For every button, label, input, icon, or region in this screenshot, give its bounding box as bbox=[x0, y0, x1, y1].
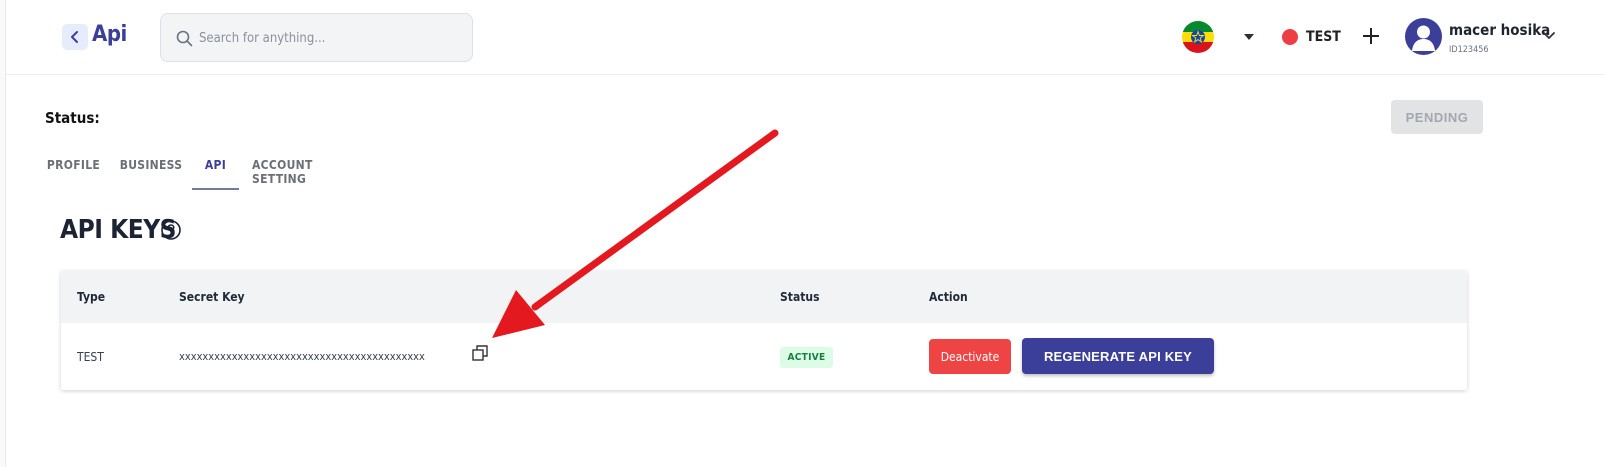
user-name[interactable]: macer hosika bbox=[1449, 21, 1550, 39]
column-header-type: Type bbox=[77, 290, 106, 304]
avatar-silhouette bbox=[1412, 25, 1435, 51]
api-keys-heading: API KEYS bbox=[60, 215, 176, 245]
top-header: Api TEST macer hosika ID123456 bbox=[6, 0, 1605, 75]
page-title: Api bbox=[92, 22, 127, 47]
search-input[interactable] bbox=[199, 28, 459, 48]
column-header-status: Status bbox=[780, 290, 820, 304]
tab-api[interactable]: API bbox=[192, 150, 239, 190]
caret-down-icon[interactable] bbox=[1244, 34, 1254, 40]
secret-key-value: xxxxxxxxxxxxxxxxxxxxxxxxxxxxxxxxxxxxxxxx… bbox=[179, 350, 425, 363]
help-circle-icon[interactable] bbox=[160, 219, 182, 241]
status-badge: ACTIVE bbox=[780, 347, 833, 368]
tab-profile[interactable]: PROFILE bbox=[40, 150, 107, 190]
user-avatar-icon[interactable] bbox=[1405, 18, 1442, 55]
column-header-action: Action bbox=[929, 290, 968, 304]
search-box[interactable] bbox=[160, 13, 473, 62]
deactivate-button[interactable]: Deactivate bbox=[929, 339, 1011, 374]
plus-icon-svg bbox=[1363, 28, 1379, 44]
regenerate-api-key-button[interactable]: REGENERATE API KEY bbox=[1022, 338, 1214, 374]
column-header-secret-key: Secret Key bbox=[179, 290, 245, 304]
back-chevron-icon bbox=[71, 31, 78, 43]
language-selector[interactable] bbox=[1182, 21, 1214, 53]
chevron-down-icon[interactable] bbox=[1542, 31, 1556, 41]
environment-status-dot bbox=[1282, 29, 1298, 45]
tab-business[interactable]: BUSINESS bbox=[118, 150, 184, 190]
copy-icon[interactable] bbox=[472, 345, 488, 361]
ethiopia-flag-icon bbox=[1182, 21, 1214, 53]
plus-icon[interactable] bbox=[1362, 24, 1380, 50]
table-header: Type Secret Key Status Action bbox=[61, 271, 1467, 323]
status-label: Status: bbox=[45, 109, 100, 127]
environment-label[interactable]: TEST bbox=[1306, 29, 1341, 45]
tab-account-setting[interactable]: ACCOUNT SETTING bbox=[252, 150, 352, 190]
back-button[interactable] bbox=[62, 24, 88, 50]
pending-status-button[interactable]: PENDING bbox=[1391, 100, 1483, 134]
user-id: ID123456 bbox=[1449, 45, 1489, 55]
search-icon bbox=[176, 30, 193, 47]
key-type: TEST bbox=[77, 350, 104, 364]
api-keys-table: Type Secret Key Status Action TEST xxxxx… bbox=[61, 271, 1467, 390]
